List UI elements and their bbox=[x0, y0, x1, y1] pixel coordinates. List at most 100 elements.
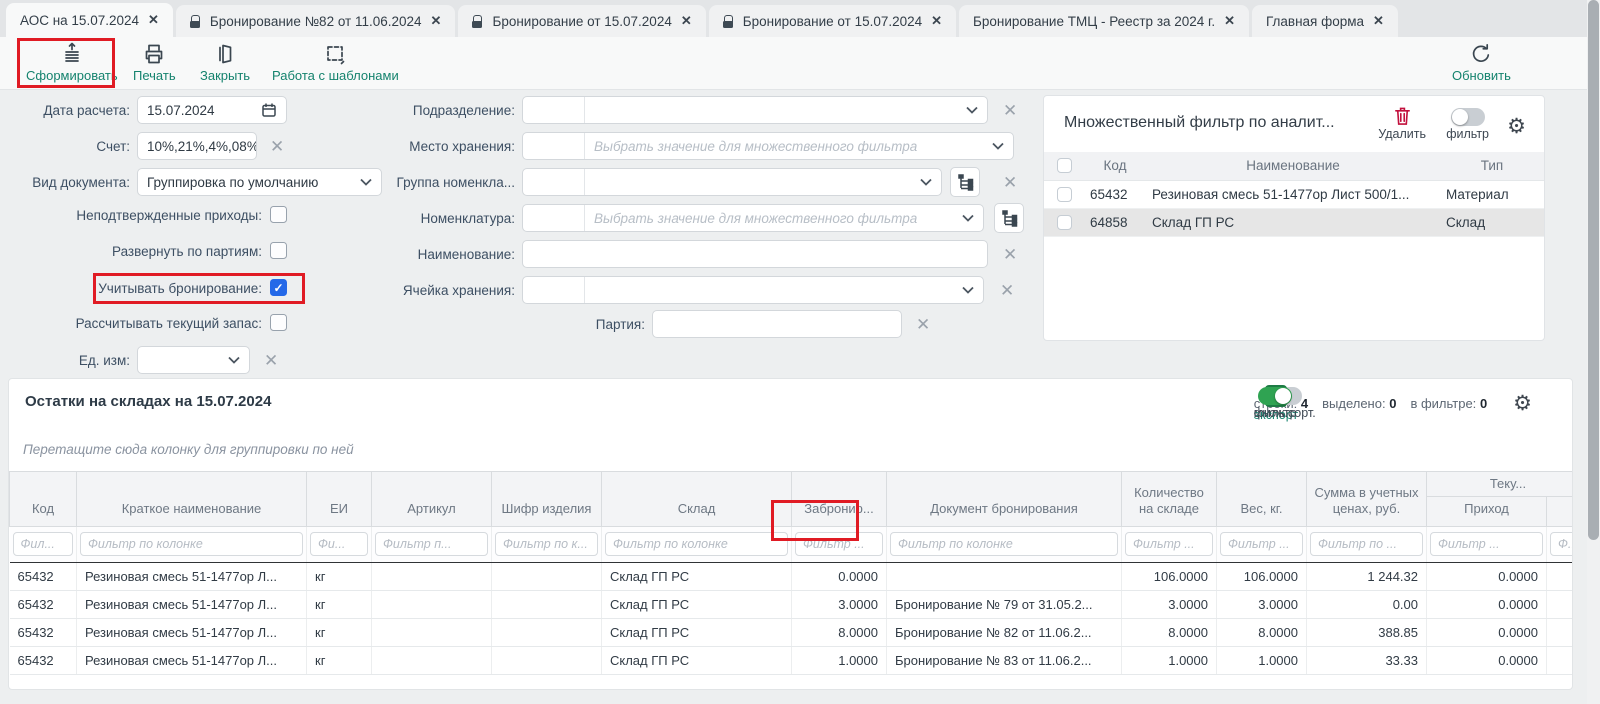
filter-input[interactable] bbox=[1125, 532, 1213, 556]
grid-row[interactable]: 65432 Резиновая смесь 51-1477ор Л... кг … bbox=[10, 618, 1573, 646]
tab-label: Бронирование от 15.07.2024 bbox=[492, 14, 671, 29]
filter-input[interactable] bbox=[1550, 532, 1572, 556]
print-button[interactable]: Печать bbox=[133, 42, 176, 83]
close-icon[interactable]: ✕ bbox=[148, 12, 159, 28]
templates-button[interactable]: Работа с шаблонами bbox=[272, 42, 399, 83]
panel-row[interactable]: 64858 Склад ГП РС Склад bbox=[1044, 208, 1544, 236]
grid-row[interactable]: 65432 Резиновая смесь 51-1477ор Л... кг … bbox=[10, 590, 1573, 618]
delete-button[interactable]: Удалить bbox=[1378, 106, 1426, 141]
date-input[interactable]: 15.07.2024 bbox=[137, 96, 287, 124]
tab-main-form[interactable]: Главная форма ✕ bbox=[1252, 5, 1398, 37]
panel-gear-icon[interactable]: ⚙ bbox=[1507, 114, 1526, 138]
reservation-checkbox[interactable]: ✓ bbox=[270, 279, 287, 296]
tab-booking-1507-a[interactable]: Бронирование от 15.07.2024 ✕ bbox=[458, 5, 705, 37]
grid-gear-icon[interactable]: ⚙ bbox=[1513, 391, 1532, 415]
nom-group-select[interactable] bbox=[522, 168, 942, 196]
filter-input[interactable] bbox=[795, 532, 883, 556]
close-icon[interactable]: ✕ bbox=[1224, 13, 1235, 29]
col-reservation-doc[interactable]: Документ бронирования bbox=[887, 472, 1122, 527]
toggle-off[interactable] bbox=[1451, 108, 1485, 126]
unconfirmed-checkbox[interactable] bbox=[270, 206, 287, 223]
select-prefix-box[interactable] bbox=[523, 277, 585, 303]
close-icon[interactable]: ✕ bbox=[431, 13, 442, 29]
cell: 8.0000 bbox=[1122, 618, 1217, 646]
filter-input[interactable] bbox=[605, 532, 788, 556]
scrollbar-thumb[interactable] bbox=[1588, 0, 1599, 540]
col-code[interactable]: Код bbox=[10, 472, 77, 527]
filter-input[interactable] bbox=[13, 532, 74, 556]
col-qty[interactable]: Количество на складе bbox=[1122, 472, 1217, 527]
clear-division-icon[interactable]: ✕ bbox=[1003, 102, 1017, 119]
name-input[interactable] bbox=[522, 240, 988, 268]
clear-nom-group-icon[interactable]: ✕ bbox=[1003, 174, 1017, 191]
filter-input[interactable] bbox=[890, 532, 1118, 556]
select-prefix-box[interactable] bbox=[523, 133, 585, 159]
grid-row[interactable]: 65432 Резиновая смесь 51-1477ор Л... кг … bbox=[10, 562, 1573, 590]
select-prefix-box[interactable] bbox=[523, 97, 585, 123]
col-reserved[interactable]: Забронир... bbox=[792, 472, 887, 527]
grid-row[interactable]: 65432 Резиновая смесь 51-1477ор Л... кг … bbox=[10, 646, 1573, 674]
close-icon[interactable]: ✕ bbox=[681, 13, 692, 29]
cell: 106.0000 bbox=[1217, 562, 1307, 590]
col-article[interactable]: Артикул bbox=[372, 472, 492, 527]
col-group-current[interactable]: Теку... bbox=[1427, 472, 1573, 497]
panel-row[interactable]: 65432 Резиновая смесь 51-1477ор Лист 500… bbox=[1044, 180, 1544, 208]
col-sum[interactable]: Сумма в учетных ценах, руб. bbox=[1307, 472, 1427, 527]
nomenclature-select[interactable]: Выбрать значение для множественного филь… bbox=[522, 204, 984, 232]
account-input[interactable]: 10%,21%,4%,08% bbox=[137, 132, 257, 160]
unit-select[interactable] bbox=[137, 346, 250, 374]
tab-aoc[interactable]: АОС на 15.07.2024 ✕ bbox=[6, 3, 173, 37]
filter-input[interactable] bbox=[1430, 532, 1543, 556]
col-short-name[interactable]: Краткое наименование bbox=[77, 472, 307, 527]
select-prefix-box[interactable] bbox=[523, 205, 585, 231]
col-cut[interactable] bbox=[1547, 497, 1573, 526]
toggle-on[interactable] bbox=[1258, 387, 1292, 405]
col-warehouse[interactable]: Склад bbox=[602, 472, 792, 527]
row-checkbox[interactable] bbox=[1057, 215, 1072, 230]
select-prefix-box[interactable] bbox=[523, 169, 585, 195]
clear-account-icon[interactable]: ✕ bbox=[270, 138, 284, 155]
filter-input[interactable] bbox=[1220, 532, 1303, 556]
storage-cell-select[interactable] bbox=[522, 276, 984, 304]
scrollbar-track[interactable] bbox=[1587, 0, 1600, 704]
col-income[interactable]: Приход bbox=[1427, 497, 1547, 526]
panel-col-type[interactable]: Тип bbox=[1440, 152, 1544, 180]
panel-col-name[interactable]: Наименование bbox=[1146, 152, 1440, 180]
close-icon[interactable]: ✕ bbox=[931, 13, 942, 29]
close-icon[interactable]: ✕ bbox=[1373, 13, 1384, 29]
filter-input[interactable] bbox=[80, 532, 303, 556]
select-all-checkbox[interactable] bbox=[1057, 158, 1072, 173]
clear-name-icon[interactable]: ✕ bbox=[1003, 246, 1017, 263]
division-label: Подразделение: bbox=[330, 103, 515, 118]
tab-booking-82[interactable]: Бронирование №82 от 11.06.2024 ✕ bbox=[176, 5, 456, 37]
filter-input[interactable] bbox=[375, 532, 488, 556]
panel-col-code[interactable]: Код bbox=[1084, 152, 1146, 180]
filter-input[interactable] bbox=[1310, 532, 1423, 556]
row-checkbox[interactable] bbox=[1057, 187, 1072, 202]
close-form-button[interactable]: Закрыть bbox=[200, 42, 250, 83]
col-unit[interactable]: ЕИ bbox=[307, 472, 372, 527]
calendar-icon[interactable] bbox=[261, 102, 277, 118]
filter-input[interactable] bbox=[310, 532, 368, 556]
division-select[interactable] bbox=[522, 96, 988, 124]
generate-button[interactable]: Сформировать bbox=[26, 42, 118, 83]
tab-registry[interactable]: Бронирование ТМЦ - Реестр за 2024 г. ✕ bbox=[959, 5, 1249, 37]
batch-input[interactable] bbox=[652, 310, 902, 338]
current-stock-checkbox[interactable] bbox=[270, 314, 287, 331]
panel-filter-toggle[interactable]: фильтр bbox=[1446, 108, 1489, 141]
cell: 8.0000 bbox=[792, 618, 887, 646]
tab-booking-1507-b[interactable]: Бронирование от 15.07.2024 ✕ bbox=[709, 5, 956, 37]
nomenclature-tree-button[interactable] bbox=[994, 203, 1024, 233]
filter-input[interactable] bbox=[495, 532, 598, 556]
expand-batches-checkbox[interactable] bbox=[270, 242, 287, 259]
storage-place-select[interactable]: Выбрать значение для множественного филь… bbox=[522, 132, 1014, 160]
clear-batch-icon[interactable]: ✕ bbox=[916, 316, 930, 333]
refresh-button[interactable]: Обновить bbox=[1452, 42, 1511, 83]
clear-storage-cell-icon[interactable]: ✕ bbox=[1000, 282, 1014, 299]
grid-filter-toggle[interactable]: фильтр bbox=[1254, 387, 1297, 420]
nom-group-tree-button[interactable] bbox=[950, 167, 980, 197]
clear-unit-icon[interactable]: ✕ bbox=[264, 352, 278, 369]
cell bbox=[887, 562, 1122, 590]
col-weight[interactable]: Вес, кг. bbox=[1217, 472, 1307, 527]
col-product-code[interactable]: Шифр изделия bbox=[492, 472, 602, 527]
